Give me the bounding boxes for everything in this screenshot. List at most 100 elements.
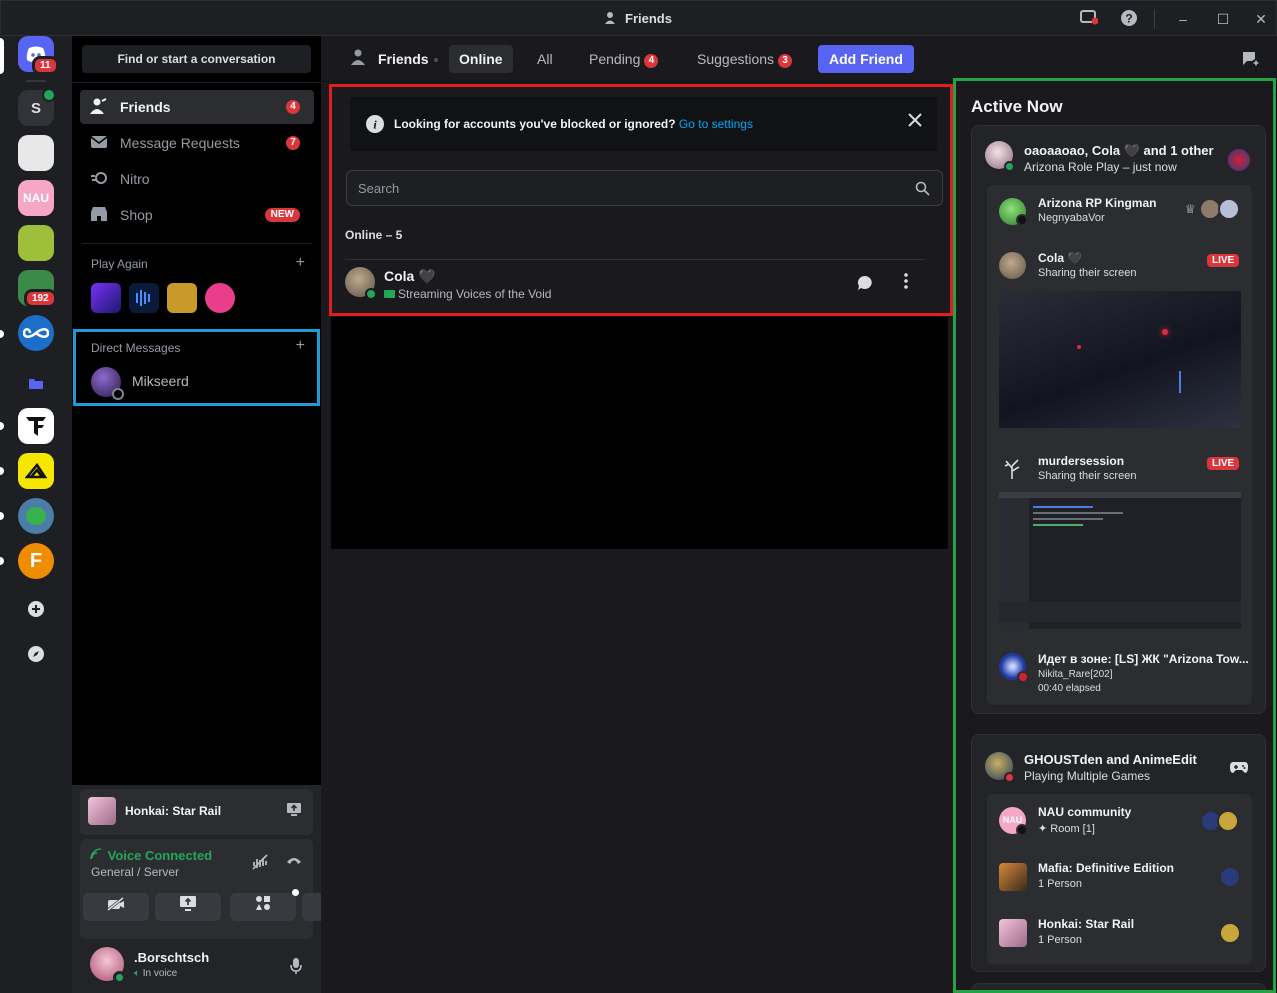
sidebar-item-friends[interactable]: Friends 4 [80,90,314,124]
activities-notification-dot [292,889,299,896]
server-tf[interactable] [18,408,54,444]
share-screen-button[interactable] [155,893,221,921]
list-item[interactable]: Cola 🖤 Sharing their screen LIVE [987,240,1252,440]
new-group-dm-icon[interactable] [1241,50,1261,71]
item-sub: 1 Person [1038,878,1083,890]
more-options-icon[interactable] [903,272,917,294]
server-gem[interactable] [18,498,54,534]
server-s[interactable]: S [18,88,56,126]
heart-icon: 🖤 [418,268,436,284]
tab-all[interactable]: All [527,45,563,73]
camera-toggle-button[interactable] [83,893,149,921]
voice-speaker-icon [42,88,56,102]
preview-light [1162,329,1168,335]
selected-pill [0,38,4,74]
activity-items: Arizona RP Kingman NegnyabaVor ♕ Cola 🖤 … [987,185,1252,705]
sidebar-item-nitro[interactable]: Nitro [80,162,314,196]
activity-panel[interactable]: Honkai: Star Rail [80,789,313,835]
close-window-icon[interactable]: ✕ [1251,9,1271,29]
friends-icon [90,97,110,117]
dnd-status-dot [1004,772,1015,783]
game-shortcut-4[interactable] [205,283,235,313]
list-item[interactable]: Arizona RP Kingman NegnyabaVor ♕ [987,185,1252,237]
server-f[interactable]: F [18,543,54,579]
user-status: 🔈︎ In voice [134,968,178,979]
maximize-icon[interactable]: ☐ [1213,9,1233,29]
server-racing[interactable]: 192 [18,270,57,308]
list-item[interactable]: Идет в зоне: [LS] ЖК "Arizona Tow... Nik… [987,641,1252,705]
list-item[interactable]: Mafia: Definitive Edition 1 Person [987,850,1252,904]
activity-card-arizona[interactable]: oaoaaoao, Cola 🖤 and 1 other Arizona Rol… [971,125,1266,714]
friend-row-cola[interactable]: Cola 🖤 Streaming Voices of the Void [342,260,932,310]
game-badge-icon [1017,671,1029,683]
message-icon[interactable] [856,274,878,296]
compass-icon [18,636,54,672]
help-icon[interactable]: ? [1119,9,1139,29]
screen-share-icon [180,896,196,911]
friends-search-input[interactable]: Search [346,170,943,206]
sidebar-item-shop[interactable]: Shop NEW [80,198,314,232]
envelope-icon [90,135,110,152]
game-shortcut-3[interactable] [167,283,197,313]
server-badge: 192 [24,289,57,308]
go-to-settings-link[interactable]: Go to settings [679,117,753,131]
activities-button[interactable] [230,889,299,921]
header-friends-icon [351,49,369,68]
plus-icon [18,591,54,627]
server-infinity[interactable] [18,315,54,351]
create-dm-icon[interactable]: + [296,337,305,355]
game-shortcut-1[interactable] [91,283,121,313]
title-bar: Friends ? – ☐ ✕ [0,0,1277,36]
activity-game-icon [88,797,116,825]
add-server-button[interactable] [18,591,54,627]
home-button[interactable]: 11 [18,36,59,75]
add-friend-button[interactable]: Add Friend [818,45,914,73]
noise-suppression-icon[interactable] [249,854,271,873]
unread-pill [0,330,4,338]
stream-preview[interactable] [999,291,1241,428]
tab-online[interactable]: Online [449,45,513,73]
server-yellow[interactable] [18,453,54,489]
dm-item-mikseerd[interactable]: Mikseerd [79,364,314,400]
discover-button[interactable] [18,636,54,672]
participant-avatar [1217,810,1239,832]
dm-sidebar: Find or start a conversation Friends 4 M… [72,36,369,993]
dismiss-notice-icon[interactable] [907,112,923,131]
game-cover [999,919,1027,947]
play-again-add-icon[interactable]: + [296,254,305,272]
friend-name: Cola 🖤 [384,268,436,284]
list-item[interactable]: NAU NAU community ✦ Room [1] [987,794,1252,848]
stream-screen-icon[interactable] [283,802,305,819]
tab-pending[interactable]: Pending 4 [579,45,668,73]
tab-suggestions[interactable]: Suggestions 3 [687,45,802,73]
inbox-icon[interactable] [1079,9,1099,29]
activity-card-games[interactable]: GHOUSTden and AnimeEdit Playing Multiple… [971,734,1266,972]
microphone-icon[interactable] [285,957,307,978]
voice-connection-panel: Voice Connected General / Server [80,839,368,939]
gem-server-icon [18,498,54,534]
live-badge: LIVE [1207,457,1240,470]
list-item[interactable]: murdersession Sharing their screen LIVE [987,443,1252,638]
offline-status-dot [112,388,124,400]
item-name: Идет в зоне: [LS] ЖК "Arizona Tow... [1038,652,1249,666]
disconnect-icon[interactable] [283,853,305,869]
minimize-icon[interactable]: – [1173,9,1193,29]
server-wolf[interactable] [18,135,54,171]
list-item[interactable]: Honkai: Star Rail 1 Person [987,906,1252,960]
unread-pill [0,422,4,430]
stream-preview[interactable] [999,492,1241,629]
f-server-icon: F [18,543,54,579]
activities-icon [256,896,270,910]
yellow-server-icon [18,453,54,489]
activity-card-partial[interactable] [971,983,1266,990]
find-conversation-button[interactable]: Find or start a conversation [82,45,311,73]
server-pear[interactable] [18,225,54,261]
server-folder[interactable] [18,365,54,401]
preview-code-line [1033,512,1123,514]
blocked-accounts-notice: i Looking for accounts you've blocked or… [350,97,937,151]
server-nau[interactable]: NAU [18,180,54,216]
game-shortcut-2[interactable] [129,283,159,313]
dm-user-name: Mikseerd [132,373,189,389]
search-icon [915,181,930,199]
sidebar-item-message-requests[interactable]: Message Requests 7 [80,126,314,160]
